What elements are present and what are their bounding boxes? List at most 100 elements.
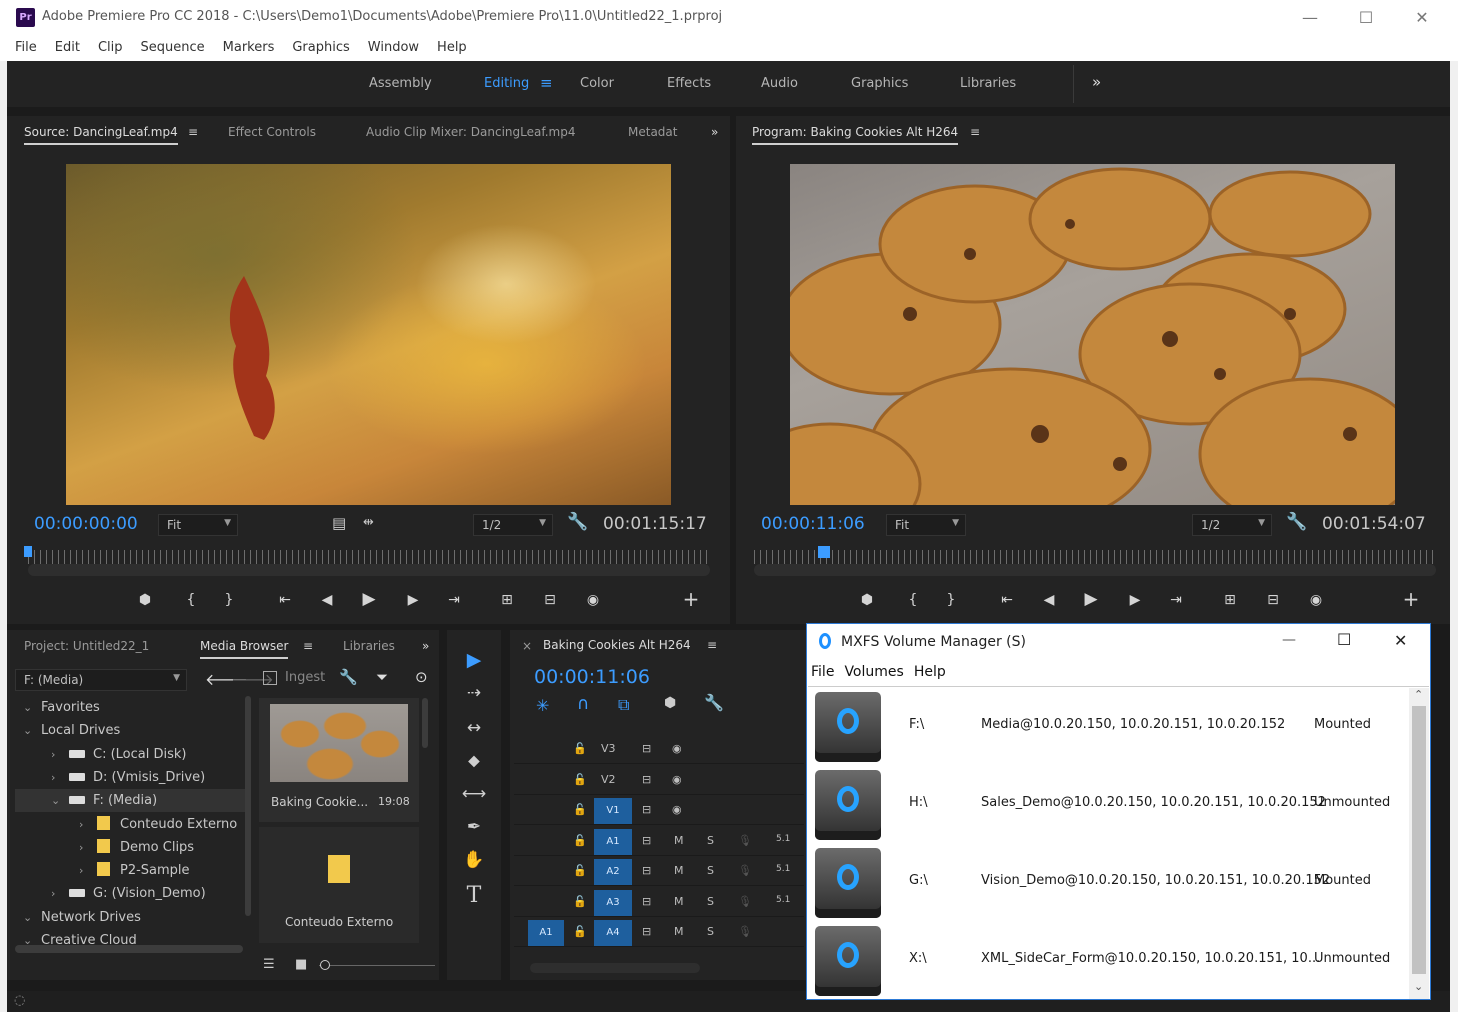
workspace-tab-graphics[interactable]: Graphics — [851, 76, 908, 91]
scroll-up-icon[interactable]: ⌃ — [1414, 688, 1423, 701]
tab-libraries[interactable]: Libraries — [343, 639, 395, 653]
tree-item[interactable]: › C: (Local Disk) — [15, 743, 245, 766]
scroll-down-icon[interactable]: ⌄ — [1414, 980, 1423, 993]
track-target[interactable]: A4 — [594, 920, 632, 946]
source-panel-menu-icon[interactable]: ≡ — [188, 125, 198, 139]
menu-graphics[interactable]: Graphics — [292, 40, 349, 55]
lock-icon[interactable]: 🔓 — [573, 925, 587, 938]
lock-icon[interactable]: 🔓 — [573, 834, 587, 847]
microphone-icon[interactable]: 🎙 — [738, 834, 752, 847]
track-target[interactable]: V1 — [594, 798, 632, 824]
track-select-tool-icon[interactable]: ⇢ — [454, 683, 494, 703]
location-select[interactable]: F: (Media) ▼ — [15, 669, 187, 691]
tab-source[interactable]: Source: DancingLeaf.mp4 — [24, 125, 178, 145]
volume-row[interactable]: H:\ Sales_Demo@10.0.20.150, 10.0.20.151, … — [809, 766, 1409, 844]
timeline-close-icon[interactable]: × — [522, 639, 532, 653]
volume-row[interactable]: G:\ Vision_Demo@10.0.20.150, 10.0.20.151,… — [809, 844, 1409, 922]
tab-audio-clip-mixer[interactable]: Audio Clip Mixer: DancingLeaf.mp4 — [366, 125, 575, 139]
sync-lock-icon[interactable]: ⊟ — [642, 895, 651, 908]
play-icon[interactable]: ▶ — [1081, 590, 1101, 608]
program-panel-menu-icon[interactable]: ≡ — [970, 125, 980, 139]
menu-markers[interactable]: Markers — [223, 40, 275, 55]
mxfs-menu-file[interactable]: File — [811, 664, 834, 680]
volume-row[interactable]: F:\ Media@10.0.20.150, 10.0.20.151, 10.0.… — [809, 688, 1409, 766]
folder-card[interactable]: Conteudo Externo — [259, 827, 419, 943]
audio-track-header[interactable]: 🔓 A1 ⊟ M S 🎙 5.1 — [514, 828, 804, 856]
button-editor-icon[interactable]: + — [681, 589, 701, 609]
chevron-right-icon[interactable]: › — [51, 743, 69, 766]
tree-item[interactable]: ⌄ Creative Cloud — [15, 929, 245, 946]
audio-track-header[interactable]: 🔓 A3 ⊟ M S 🎙 5.1 — [514, 889, 804, 917]
source-timecode[interactable]: 00:00:00:00 — [34, 514, 138, 534]
mark-out-icon[interactable]: } — [219, 591, 239, 609]
sync-lock-icon[interactable]: ⊟ — [642, 834, 651, 847]
media-browser-menu-icon[interactable]: ≡ — [303, 639, 313, 653]
workspace-tab-effects[interactable]: Effects — [667, 76, 711, 91]
ingest-settings-wrench-icon[interactable]: 🔧 — [339, 668, 358, 686]
eye-icon[interactable]: ◉ — [672, 773, 682, 786]
insert-icon[interactable]: ⊞ — [497, 591, 517, 609]
chevron-down-icon[interactable]: ⌄ — [23, 719, 41, 742]
snap-icon[interactable]: ∩ — [577, 694, 589, 714]
track-target[interactable]: A2 — [594, 859, 632, 885]
go-to-out-icon[interactable]: ⇥ — [444, 591, 464, 609]
tree-item[interactable]: ⌄ F: (Media) — [15, 789, 245, 813]
menu-edit[interactable]: Edit — [55, 40, 80, 55]
video-track-header[interactable]: 🔓 V2 ⊟ ◉ — [514, 767, 804, 795]
tree-item[interactable]: › G: (Vision_Demo) — [15, 882, 245, 905]
source-zoom-bar[interactable] — [28, 564, 710, 576]
workspace-tab-audio[interactable]: Audio — [761, 76, 798, 91]
go-to-in-icon[interactable]: ⇤ — [275, 591, 295, 609]
timeline-zoom-bar[interactable] — [530, 963, 700, 973]
chevron-right-icon[interactable]: › — [51, 882, 69, 905]
sync-lock-icon[interactable]: ⊟ — [642, 803, 651, 816]
track-target[interactable]: A1 — [594, 828, 632, 855]
lock-icon[interactable]: 🔓 — [573, 742, 587, 755]
timeline-menu-icon[interactable]: ≡ — [707, 638, 717, 652]
tree-item[interactable]: › Conteudo Externo — [15, 813, 245, 836]
chevron-down-icon[interactable]: ⌄ — [23, 696, 41, 719]
icon-view-icon[interactable]: ■ — [295, 957, 307, 972]
sync-lock-icon[interactable]: ⊟ — [642, 773, 651, 786]
wrench-icon[interactable]: 🔧 — [1286, 512, 1307, 532]
ingest-checkbox[interactable] — [263, 671, 277, 685]
ripple-edit-tool-icon[interactable]: ↔ — [454, 718, 494, 738]
source-playhead[interactable] — [24, 546, 32, 557]
mute-button[interactable]: M — [674, 895, 684, 908]
program-zoom-bar[interactable] — [754, 564, 1436, 576]
source-resolution-select[interactable]: 1/2 ▼ — [473, 514, 553, 536]
sync-lock-icon[interactable]: ⊟ — [642, 742, 651, 755]
tree-item[interactable]: › Demo Clips — [15, 836, 245, 859]
audio-track-header[interactable]: 🔓 A2 ⊟ M S 🎙 5.1 — [514, 858, 804, 886]
tab-program[interactable]: Program: Baking Cookies Alt H264 — [752, 125, 959, 145]
mxfs-minimize-button[interactable]: — — [1282, 632, 1296, 648]
mute-button[interactable]: M — [674, 834, 684, 847]
menu-help[interactable]: Help — [437, 40, 467, 55]
lock-icon[interactable]: 🔓 — [573, 864, 587, 877]
tree-item[interactable]: ⌄ Network Drives — [15, 906, 245, 929]
type-tool-icon[interactable]: T — [454, 883, 494, 908]
sync-lock-icon[interactable]: ⊟ — [642, 864, 651, 877]
pen-tool-icon[interactable]: ✒ — [454, 817, 494, 837]
program-fit-select[interactable]: Fit ▼ — [886, 514, 966, 536]
workspace-overflow-icon[interactable]: » — [1092, 73, 1101, 91]
step-back-icon[interactable]: ◀ — [1039, 591, 1059, 609]
microphone-icon[interactable]: 🎙 — [738, 895, 752, 908]
source-patch-a1[interactable]: A1 — [528, 920, 564, 946]
tab-project[interactable]: Project: Untitled22_1 — [24, 639, 149, 653]
sync-lock-icon[interactable]: ⊟ — [642, 925, 651, 938]
program-timecode[interactable]: 00:00:11:06 — [761, 514, 865, 534]
tree-item[interactable]: ⌄ Local Drives — [15, 719, 245, 742]
menu-clip[interactable]: Clip — [98, 40, 123, 55]
mxfs-maximize-button[interactable]: ☐ — [1337, 630, 1351, 649]
menu-sequence[interactable]: Sequence — [141, 40, 205, 55]
workspace-menu-icon[interactable]: ≡ — [540, 74, 553, 92]
solo-button[interactable]: S — [707, 895, 714, 908]
chevron-right-icon[interactable]: › — [79, 813, 97, 836]
go-to-in-icon[interactable]: ⇤ — [997, 591, 1017, 609]
tree-item[interactable]: ⌄ Favorites — [15, 696, 245, 719]
program-resolution-select[interactable]: 1/2 ▼ — [1192, 514, 1272, 536]
add-marker-icon[interactable]: ⬢ — [135, 591, 155, 609]
mark-in-icon[interactable]: { — [903, 591, 923, 609]
chevron-right-icon[interactable]: › — [79, 836, 97, 859]
